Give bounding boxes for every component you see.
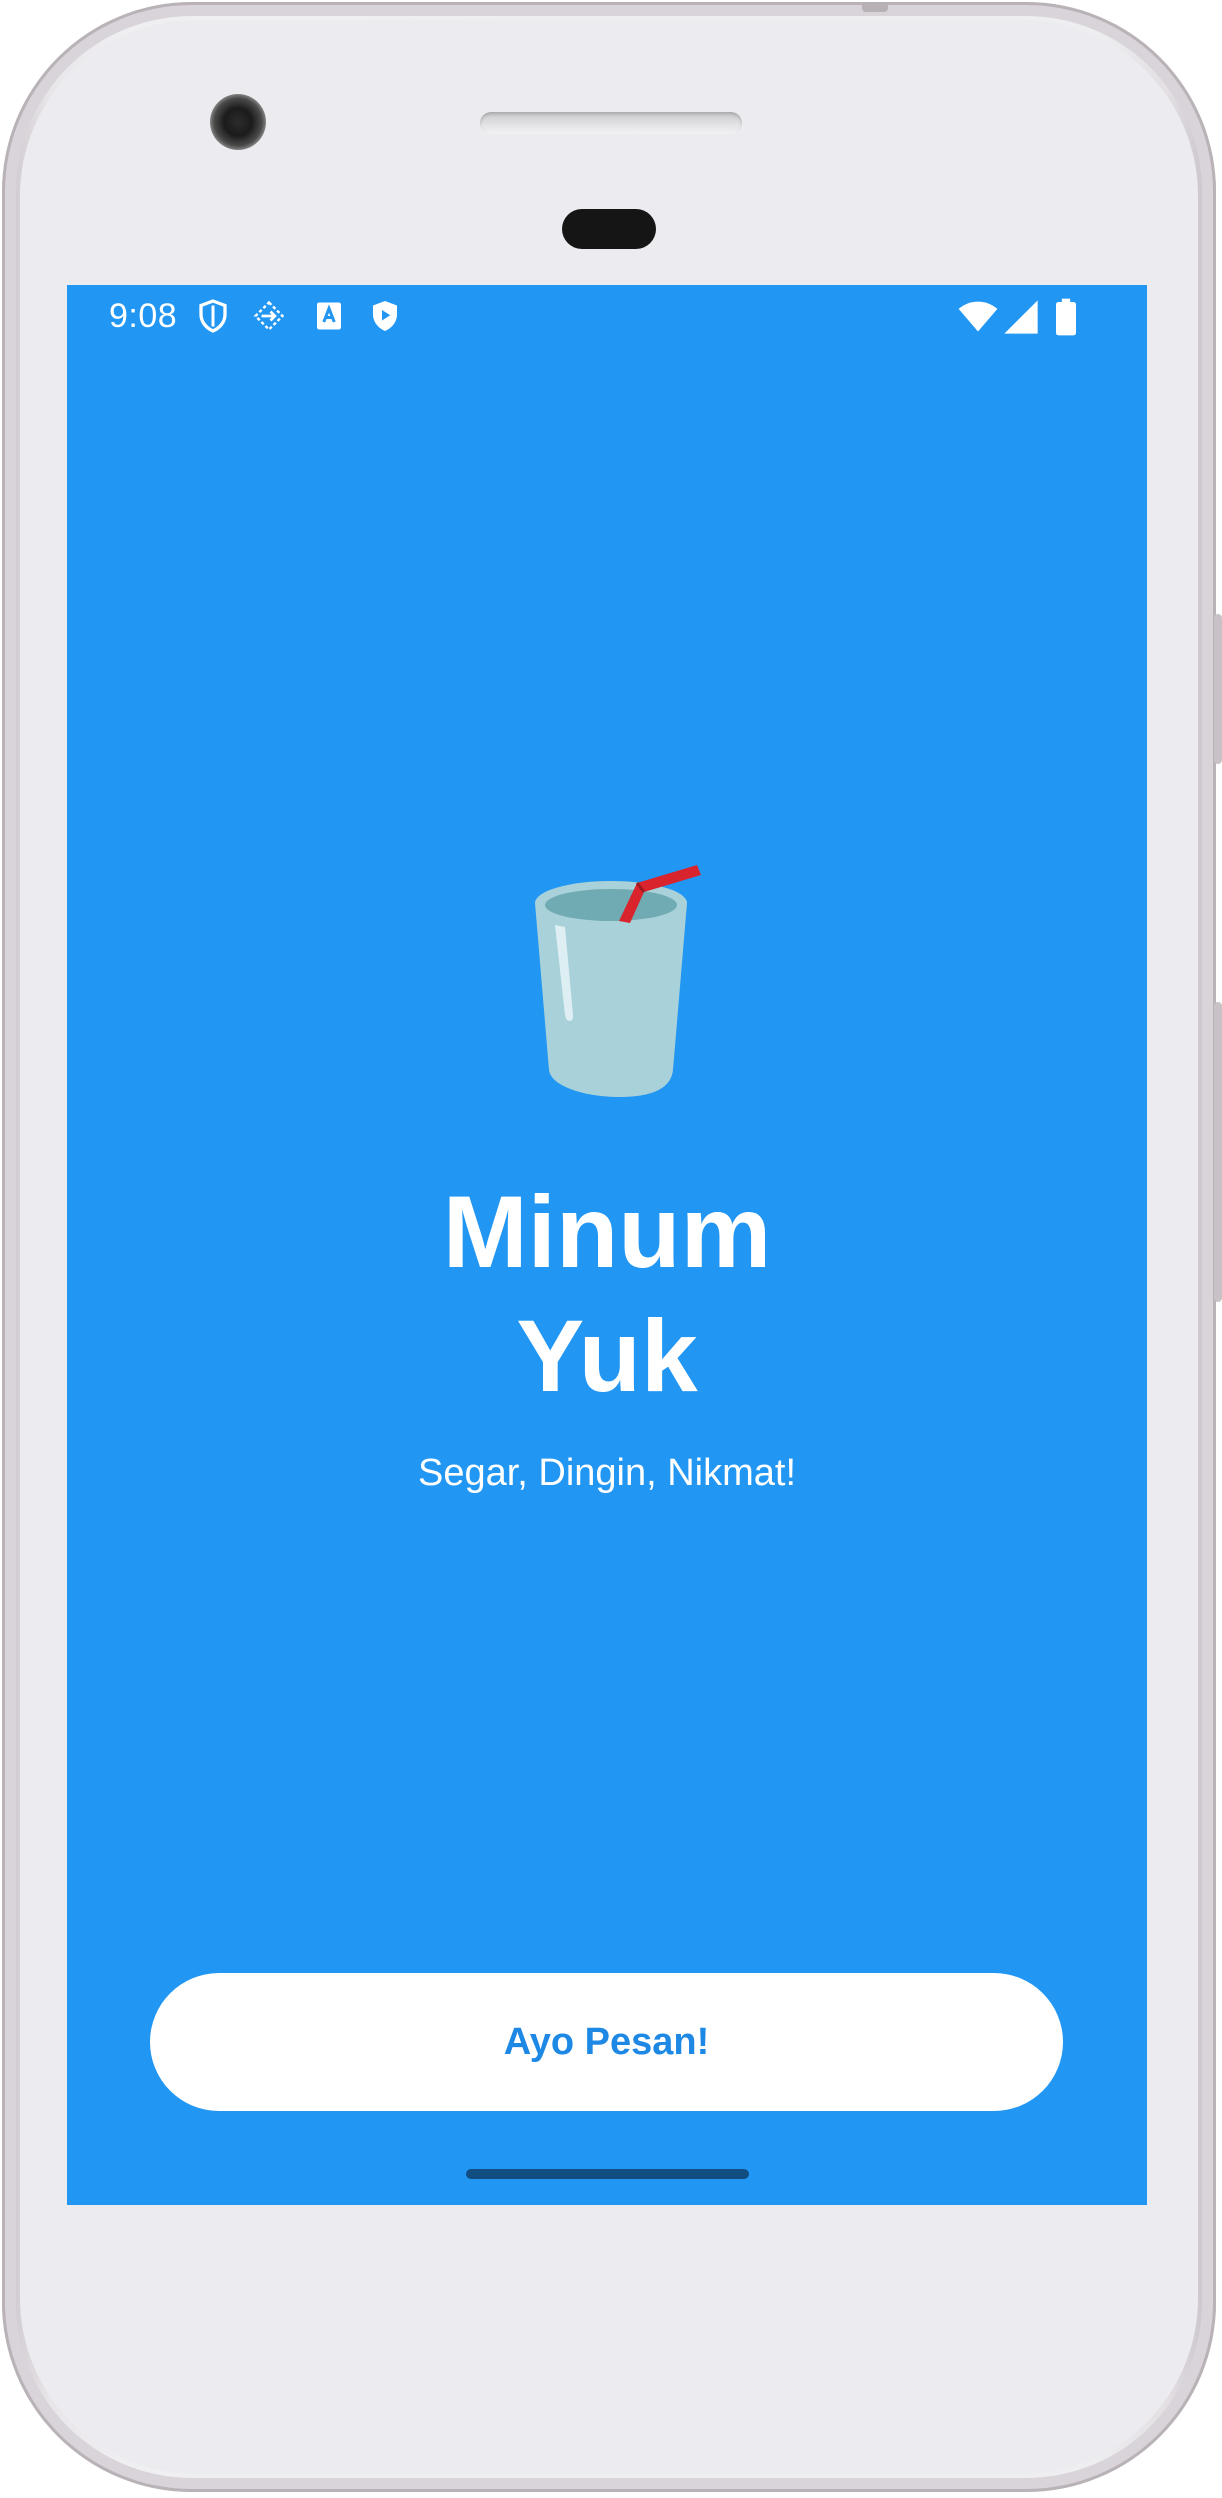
- tagline: Segar, Dingin, Nikmat!: [417, 1452, 797, 1494]
- phone-frame: 9:08 Minum Yuk Segar, Dingin, Nikmat! Ay…: [2, 2, 1222, 2492]
- battery-icon: [1056, 298, 1076, 336]
- translate-a-icon: [317, 302, 341, 330]
- app-screen: 9:08 Minum Yuk Segar, Dingin, Nikmat! Ay…: [67, 285, 1147, 2205]
- wifi-icon: [958, 301, 998, 332]
- volume-button: [1214, 1002, 1222, 1302]
- app-title-line1: Minum: [442, 1175, 772, 1289]
- gesture-navigation-bar[interactable]: [466, 2169, 749, 2179]
- cellular-signal-icon: [1004, 300, 1038, 334]
- order-button[interactable]: Ayo Pesan!: [150, 1973, 1063, 2111]
- cup-with-straw-icon: [535, 865, 701, 1097]
- app-title: Minum Yuk: [67, 1170, 1147, 1418]
- power-notch: [862, 2, 888, 12]
- front-camera: [210, 94, 266, 150]
- shield-play-icon: [373, 301, 397, 331]
- earpiece-speaker: [480, 112, 742, 134]
- power-button: [1214, 614, 1222, 764]
- shield-outline-icon: [199, 299, 227, 333]
- status-bar: 9:08: [67, 285, 1147, 357]
- dashed-cursor-icon: [253, 300, 285, 332]
- status-time: 9:08: [109, 297, 178, 335]
- app-title-line2: Yuk: [516, 1299, 698, 1413]
- proximity-sensor: [562, 209, 656, 249]
